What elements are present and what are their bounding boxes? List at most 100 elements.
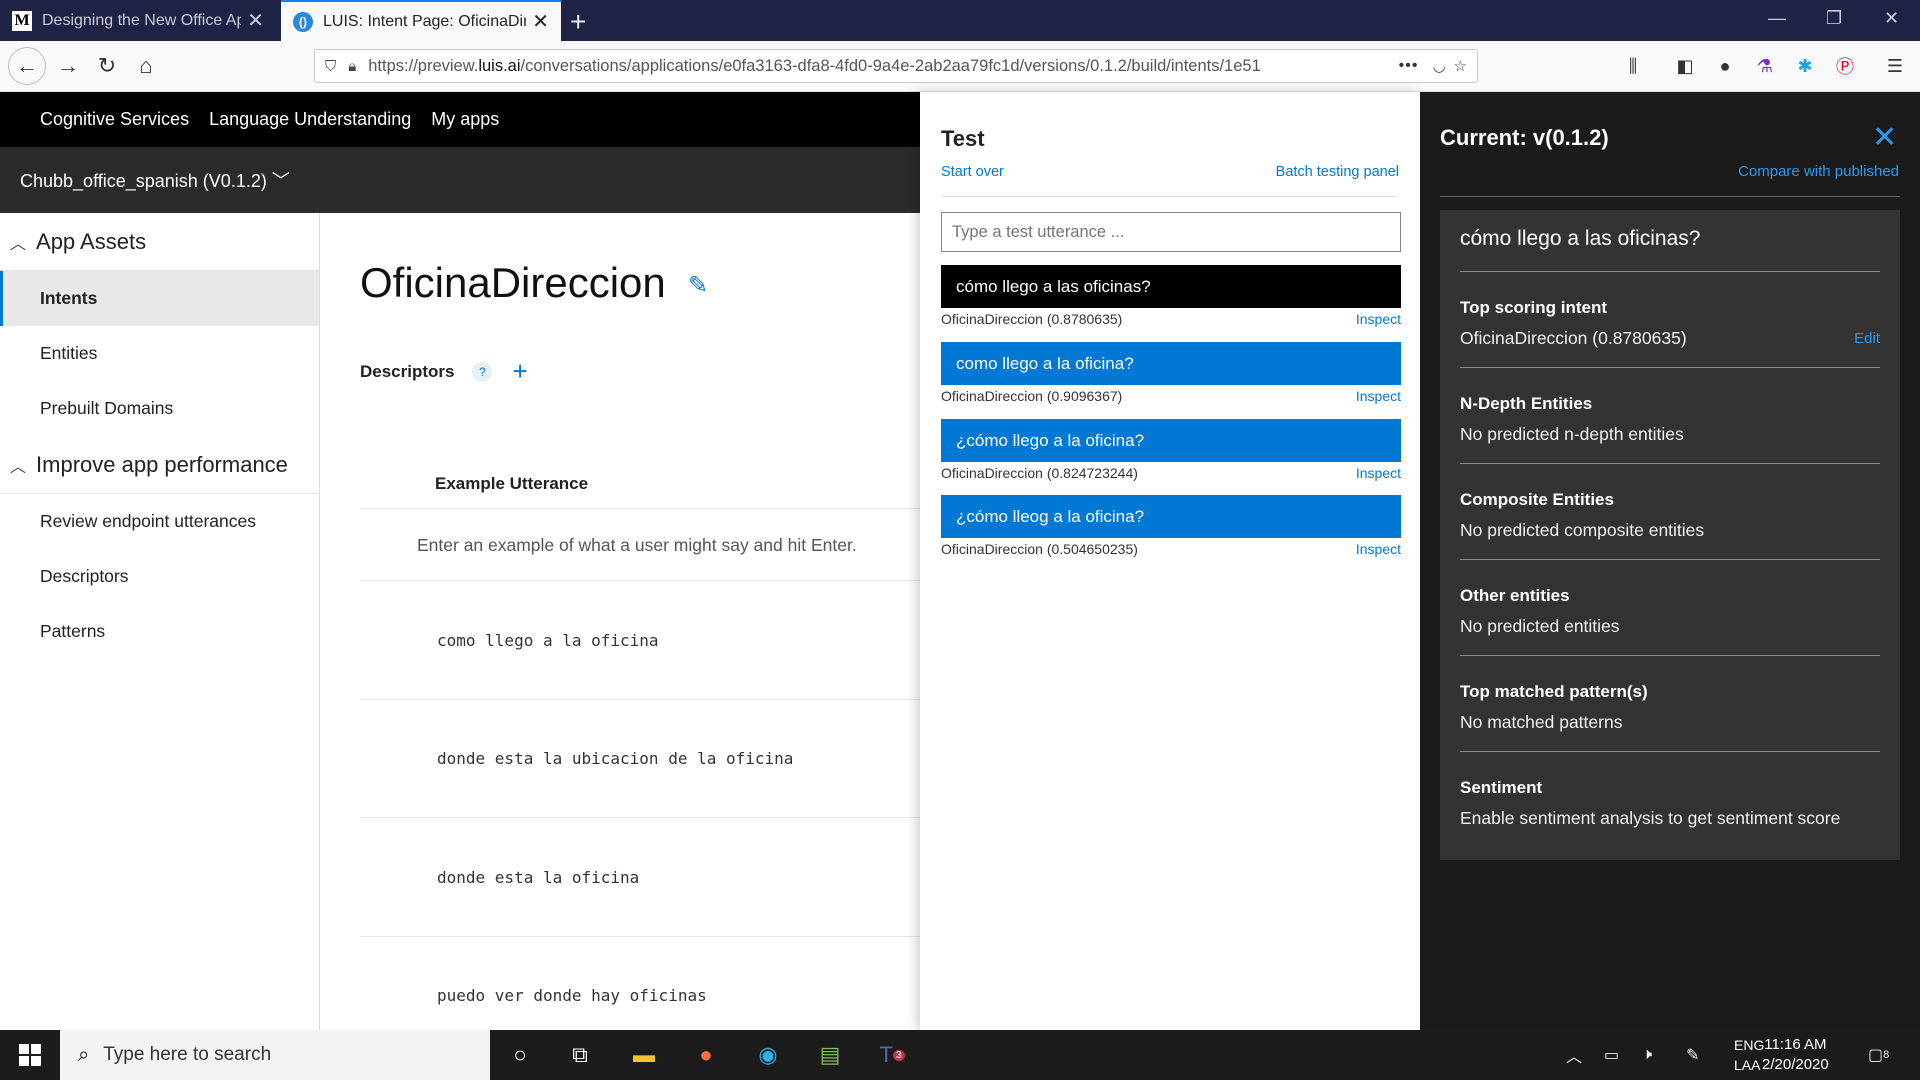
test-result-item[interactable]: cómo llego a las oficinas? (941, 265, 1401, 308)
home-button[interactable]: ⌂ (130, 50, 162, 82)
reload-button[interactable]: ↻ (91, 50, 123, 82)
divider (360, 508, 920, 509)
test-result-item[interactable]: ¿cómo lleog a la oficina? (941, 495, 1401, 538)
extension-gear-icon[interactable]: ✱ (1792, 53, 1818, 79)
lock-icon[interactable]: 🔒︎ (348, 58, 356, 75)
edit-intent-link[interactable]: Edit (1854, 330, 1880, 347)
nav-cognitive-services[interactable]: Cognitive Services (40, 109, 189, 130)
divider (360, 580, 920, 581)
restore-window-icon[interactable]: ❐ (1826, 8, 1842, 29)
test-result-item[interactable]: como llego a la oficina? (941, 342, 1401, 385)
inspect-link[interactable]: Inspect (1356, 388, 1401, 404)
divider (1460, 271, 1880, 272)
section-improve-performance[interactable]: ︿ Improve app performance (0, 436, 319, 494)
utterance-input[interactable]: Enter an example of what a user might sa… (417, 535, 857, 556)
inspected-utterance: cómo llego a las oficinas? (1460, 227, 1701, 250)
nav-my-apps[interactable]: My apps (431, 109, 499, 130)
sidebar-item-review-endpoint[interactable]: Review endpoint utterances (0, 494, 319, 549)
top-matched-patterns-heading: Top matched pattern(s) (1460, 682, 1648, 701)
section-app-assets[interactable]: ︿ App Assets (0, 213, 319, 271)
sidebar-item-entities[interactable]: Entities (0, 326, 319, 381)
input-language-indicator[interactable]: ENG LAA (1734, 1035, 1764, 1075)
test-result-score-row: OficinaDireccion (0.504650235) Inspect (941, 541, 1401, 557)
add-descriptor-icon[interactable]: + (512, 356, 527, 387)
sidebar-item-prebuilt-domains[interactable]: Prebuilt Domains (0, 381, 319, 436)
notepad-plus-icon[interactable]: ▤ (814, 1039, 846, 1071)
system-clock[interactable]: 11:16 AM 2/20/2020 (1762, 1035, 1829, 1075)
close-icon[interactable]: ✕ (1872, 120, 1897, 155)
volume-muted-icon[interactable]: 🕨︎ (1642, 1030, 1652, 1080)
account-icon[interactable]: ● (1712, 53, 1738, 79)
nav-language-understanding[interactable]: Language Understanding (209, 109, 411, 130)
close-tab-icon[interactable]: ✕ (532, 9, 549, 34)
address-bar[interactable]: ⛉ 🔒︎ https://preview.luis.ai/conversatio… (314, 49, 1478, 83)
sidebar-item-descriptors[interactable]: Descriptors (0, 549, 319, 604)
language-code: ENG (1734, 1037, 1765, 1053)
divider (1460, 751, 1880, 752)
inspect-link[interactable]: Inspect (1356, 541, 1401, 557)
divider (1460, 463, 1880, 464)
menu-icon[interactable]: ☰ (1882, 53, 1908, 79)
medium-favicon-icon: M (12, 10, 32, 31)
test-result-score-row: OficinaDireccion (0.824723244) Inspect (941, 465, 1401, 481)
column-header[interactable]: Example Utterance (435, 474, 588, 494)
sidebar-icon[interactable]: ◧ (1672, 53, 1698, 79)
close-window-icon[interactable]: ✕ (1884, 8, 1899, 29)
pocket-icon[interactable]: ◡ (1432, 57, 1445, 75)
close-tab-icon[interactable]: ✕ (247, 8, 264, 33)
test-panel: Test Start over Batch testing panel cómo… (920, 92, 1420, 1030)
teams-icon[interactable]: T3 (876, 1039, 908, 1071)
sidebar-item-patterns[interactable]: Patterns (0, 604, 319, 659)
cortana-icon[interactable]: ○ (504, 1039, 536, 1071)
top-scoring-intent-value: OficinaDireccion (0.8780635) (1460, 328, 1687, 348)
compare-with-published-link[interactable]: Compare with published (1738, 163, 1899, 180)
inspect-link[interactable]: Inspect (1356, 465, 1401, 481)
divider (941, 196, 1397, 197)
battery-icon[interactable]: ▭ (1604, 1030, 1619, 1080)
library-icon[interactable]: ⫼ (1620, 53, 1646, 79)
clock-time: 11:16 AM (1764, 1036, 1827, 1053)
test-utterance-input[interactable] (941, 212, 1401, 252)
browser-tab-medium[interactable]: M Designing the New Office App ✕ (0, 0, 276, 41)
help-icon[interactable]: ? (472, 361, 493, 382)
url-text[interactable]: https://preview.luis.ai/conversations/ap… (368, 57, 1388, 76)
show-hidden-icons-icon[interactable]: ︿ (1566, 1030, 1582, 1080)
back-button[interactable]: ← (8, 47, 46, 85)
sidebar-item-intents[interactable]: Intents (0, 271, 319, 326)
tab-title: LUIS: Intent Page: OficinaDireccion (323, 12, 527, 30)
page-title: OficinaDireccion (360, 259, 666, 306)
forward-button[interactable]: → (52, 50, 84, 82)
top-navigation: Cognitive Services Language Understandin… (0, 92, 920, 147)
inspect-link[interactable]: Inspect (1356, 311, 1401, 327)
utterance-row[interactable]: como llego a la oficina (437, 631, 659, 650)
page-actions-icon[interactable]: ••• (1399, 57, 1419, 75)
pinterest-icon[interactable]: Ⓟ (1832, 53, 1858, 79)
batch-testing-link[interactable]: Batch testing panel (1276, 164, 1399, 180)
task-view-icon[interactable]: ⧉ (564, 1039, 596, 1071)
pen-workspace-icon[interactable]: ✎ (1686, 1030, 1699, 1080)
edit-pencil-icon[interactable]: ✎ (688, 271, 708, 300)
utterance-row[interactable]: donde esta la oficina (437, 868, 639, 887)
utterance-row[interactable]: donde esta la ubicacion de la oficina (437, 749, 793, 768)
divider (1460, 367, 1880, 368)
test-result-item[interactable]: ¿cómo llego a la oficina? (941, 419, 1401, 462)
app-selector-bar: Chubb_office_spanish (V0.1.2) ﹀ (0, 147, 920, 213)
firefox-icon[interactable]: ● (690, 1039, 722, 1071)
new-tab-button[interactable]: + (570, 6, 586, 38)
action-center-icon[interactable]: ▢ 8 (1868, 1030, 1889, 1080)
start-button[interactable] (0, 1030, 60, 1080)
chevron-up-icon: ︿ (10, 458, 27, 476)
taskbar-search-box[interactable]: ⌕ Type here to search (60, 1030, 490, 1080)
start-over-link[interactable]: Start over (941, 164, 1004, 180)
file-explorer-icon[interactable]: ▬ (628, 1039, 660, 1071)
browser-tab-luis[interactable]: () LUIS: Intent Page: OficinaDireccion ✕ (281, 0, 561, 41)
bookmark-star-icon[interactable]: ☆ (1454, 57, 1467, 75)
edge-browser-icon[interactable]: ◉ (752, 1039, 784, 1071)
divider (360, 699, 920, 700)
shield-icon[interactable]: ⛉ (325, 58, 336, 75)
test-result-score-row: OficinaDireccion (0.8780635) Inspect (941, 311, 1401, 327)
app-name-dropdown[interactable]: Chubb_office_spanish (V0.1.2) ﹀ (20, 167, 290, 193)
minimize-window-icon[interactable]: — (1768, 8, 1786, 29)
utterance-row[interactable]: puedo ver donde hay oficinas (437, 986, 707, 1005)
lab-flask-icon[interactable]: ⚗ (1752, 53, 1778, 79)
